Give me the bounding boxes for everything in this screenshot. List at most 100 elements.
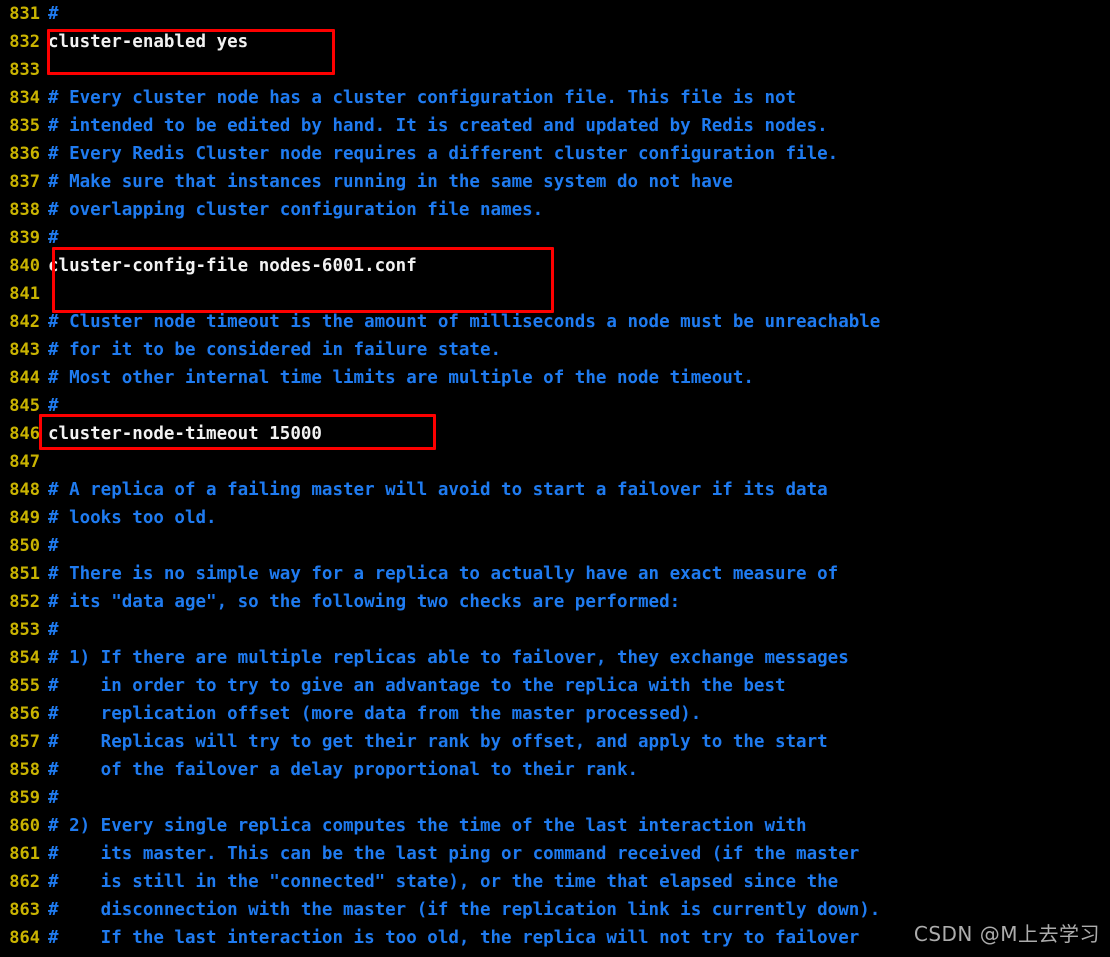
code-line[interactable]: 832 cluster-enabled yes xyxy=(0,28,1110,56)
code-line[interactable]: 844 # Most other internal time limits are… xyxy=(0,364,1110,392)
code-line[interactable]: 855 # in order to try to give an advantag… xyxy=(0,672,1110,700)
line-number: 833 xyxy=(9,60,40,80)
config-directive: cluster-config-file nodes-6001.conf xyxy=(48,256,417,276)
line-number: 862 xyxy=(9,872,40,892)
line-number: 861 xyxy=(9,844,40,864)
config-comment: # Every cluster node has a cluster confi… xyxy=(48,88,797,108)
config-comment: # of the failover a delay proportional t… xyxy=(48,760,639,780)
line-number: 864 xyxy=(9,928,40,948)
code-line[interactable]: 833 xyxy=(0,56,1110,84)
config-directive: cluster-enabled yes xyxy=(48,32,249,52)
code-line[interactable]: 860 # 2) Every single replica computes th… xyxy=(0,812,1110,840)
code-line[interactable]: 843 # for it to be considered in failure … xyxy=(0,336,1110,364)
line-number: 834 xyxy=(9,88,40,108)
code-line[interactable]: 858 # of the failover a delay proportiona… xyxy=(0,756,1110,784)
line-number: 857 xyxy=(9,732,40,752)
code-line[interactable]: 854 # 1) If there are multiple replicas a… xyxy=(0,644,1110,672)
line-number: 851 xyxy=(9,564,40,584)
line-number: 844 xyxy=(9,368,40,388)
line-number: 848 xyxy=(9,480,40,500)
config-comment: # xyxy=(48,620,59,640)
line-number: 850 xyxy=(9,536,40,556)
line-number: 845 xyxy=(9,396,40,416)
code-line[interactable]: 857 # Replicas will try to get their rank… xyxy=(0,728,1110,756)
line-number: 849 xyxy=(9,508,40,528)
line-number: 855 xyxy=(9,676,40,696)
line-number: 856 xyxy=(9,704,40,724)
config-comment: # its "data age", so the following two c… xyxy=(48,592,681,612)
line-number: 836 xyxy=(9,144,40,164)
code-line[interactable]: 852 # its "data age", so the following tw… xyxy=(0,588,1110,616)
code-line[interactable]: 859 # xyxy=(0,784,1110,812)
line-number: 840 xyxy=(9,256,40,276)
code-line[interactable]: 840 cluster-config-file nodes-6001.conf xyxy=(0,252,1110,280)
code-line[interactable]: 838 # overlapping cluster configuration f… xyxy=(0,196,1110,224)
config-comment: # xyxy=(48,228,59,248)
code-line[interactable]: 846 cluster-node-timeout 15000 xyxy=(0,420,1110,448)
code-line[interactable]: 841 xyxy=(0,280,1110,308)
config-comment: # in order to try to give an advantage t… xyxy=(48,676,786,696)
code-line[interactable]: 836 # Every Redis Cluster node requires a… xyxy=(0,140,1110,168)
config-comment: # disconnection with the master (if the … xyxy=(48,900,881,920)
config-comment: # xyxy=(48,536,59,556)
config-comment: # for it to be considered in failure sta… xyxy=(48,340,502,360)
line-number: 842 xyxy=(9,312,40,332)
code-line[interactable]: 849 # looks too old. xyxy=(0,504,1110,532)
config-comment: # is still in the "connected" state), or… xyxy=(48,872,839,892)
config-comment: # Most other internal time limits are mu… xyxy=(48,368,754,388)
config-comment: # 1) If there are multiple replicas able… xyxy=(48,648,849,668)
config-comment: # xyxy=(48,396,59,416)
code-line[interactable]: 861 # its master. This can be the last pi… xyxy=(0,840,1110,868)
config-comment: # Cluster node timeout is the amount of … xyxy=(48,312,881,332)
line-number: 841 xyxy=(9,284,40,304)
code-line[interactable]: 850 # xyxy=(0,532,1110,560)
config-comment: # replication offset (more data from the… xyxy=(48,704,702,724)
config-comment: # There is no simple way for a replica t… xyxy=(48,564,839,584)
line-number: 853 xyxy=(9,620,40,640)
line-number: 838 xyxy=(9,200,40,220)
config-directive: cluster-node-timeout 15000 xyxy=(48,424,322,444)
line-number: 835 xyxy=(9,116,40,136)
config-comment: # intended to be edited by hand. It is c… xyxy=(48,116,828,136)
line-number: 858 xyxy=(9,760,40,780)
code-line[interactable]: 834 # Every cluster node has a cluster co… xyxy=(0,84,1110,112)
code-line[interactable]: 831 # xyxy=(0,0,1110,28)
code-line[interactable]: 856 # replication offset (more data from … xyxy=(0,700,1110,728)
config-comment: # Every Redis Cluster node requires a di… xyxy=(48,144,839,164)
config-comment: # overlapping cluster configuration file… xyxy=(48,200,544,220)
config-comment: # xyxy=(48,4,59,24)
code-line[interactable]: 839 # xyxy=(0,224,1110,252)
config-comment: # its master. This can be the last ping … xyxy=(48,844,860,864)
code-line[interactable]: 847 xyxy=(0,448,1110,476)
config-comment: # 2) Every single replica computes the t… xyxy=(48,816,807,836)
config-comment: # A replica of a failing master will avo… xyxy=(48,480,828,500)
csdn-watermark: CSDN @M上去学习 xyxy=(913,922,1100,946)
line-number: 832 xyxy=(9,32,40,52)
code-line[interactable]: 842 # Cluster node timeout is the amount … xyxy=(0,308,1110,336)
code-line[interactable]: 835 # intended to be edited by hand. It i… xyxy=(0,112,1110,140)
config-comment: # Make sure that instances running in th… xyxy=(48,172,733,192)
code-line[interactable]: 848 # A replica of a failing master will … xyxy=(0,476,1110,504)
line-number: 837 xyxy=(9,172,40,192)
line-number: 839 xyxy=(9,228,40,248)
line-number: 860 xyxy=(9,816,40,836)
line-number: 846 xyxy=(9,424,40,444)
config-comment: # Replicas will try to get their rank by… xyxy=(48,732,828,752)
code-line[interactable]: 845 # xyxy=(0,392,1110,420)
code-line[interactable]: 853 # xyxy=(0,616,1110,644)
line-number: 854 xyxy=(9,648,40,668)
config-comment: # looks too old. xyxy=(48,508,217,528)
line-number: 831 xyxy=(9,4,40,24)
config-comment: # xyxy=(48,788,59,808)
code-line[interactable]: 837 # Make sure that instances running in… xyxy=(0,168,1110,196)
code-line[interactable]: 851 # There is no simple way for a replic… xyxy=(0,560,1110,588)
code-lines-container: 831 #832 cluster-enabled yes 833 834 # Every … xyxy=(0,0,1110,952)
config-comment: # If the last interaction is too old, th… xyxy=(48,928,860,948)
line-number: 843 xyxy=(9,340,40,360)
code-editor-view[interactable]: 831 #832 cluster-enabled yes 833 834 # Every … xyxy=(0,0,1110,957)
line-number: 859 xyxy=(9,788,40,808)
line-number: 847 xyxy=(9,452,40,472)
line-number: 852 xyxy=(9,592,40,612)
code-line[interactable]: 862 # is still in the "connected" state),… xyxy=(0,868,1110,896)
line-number: 863 xyxy=(9,900,40,920)
